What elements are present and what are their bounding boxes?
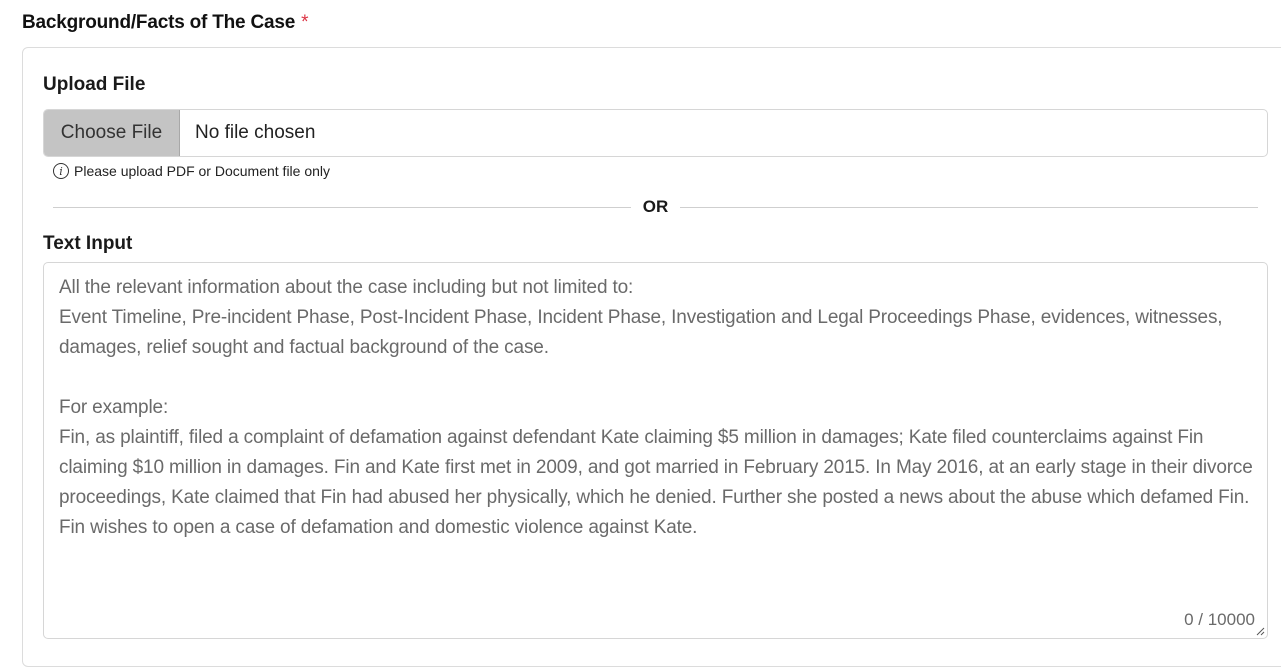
info-icon: i <box>53 163 69 179</box>
choose-file-button[interactable]: Choose File <box>44 110 180 156</box>
divider-line-right <box>680 206 1258 208</box>
upload-hint-text: Please upload PDF or Document file only <box>74 163 331 179</box>
section-title: Background/Facts of The Case * <box>22 12 309 34</box>
file-input[interactable]: Choose File No file chosen <box>43 109 1268 157</box>
section-title-text: Background/Facts of The Case <box>22 12 296 33</box>
upload-hint: i Please upload PDF or Document file onl… <box>53 163 330 179</box>
resize-handle-icon[interactable] <box>1256 627 1265 636</box>
divider-line-left <box>53 206 631 208</box>
required-mark: * <box>301 12 309 33</box>
upload-file-label: Upload File <box>43 74 146 95</box>
file-status-text: No file chosen <box>195 122 316 143</box>
textarea-placeholder: All the relevant information about the c… <box>59 277 1253 538</box>
or-text: OR <box>642 197 669 216</box>
character-counter: 0 / 10000 <box>1184 610 1255 629</box>
or-divider: OR <box>53 196 1258 218</box>
case-facts-textarea[interactable]: All the relevant information about the c… <box>43 262 1268 639</box>
text-input-label: Text Input <box>43 233 133 254</box>
